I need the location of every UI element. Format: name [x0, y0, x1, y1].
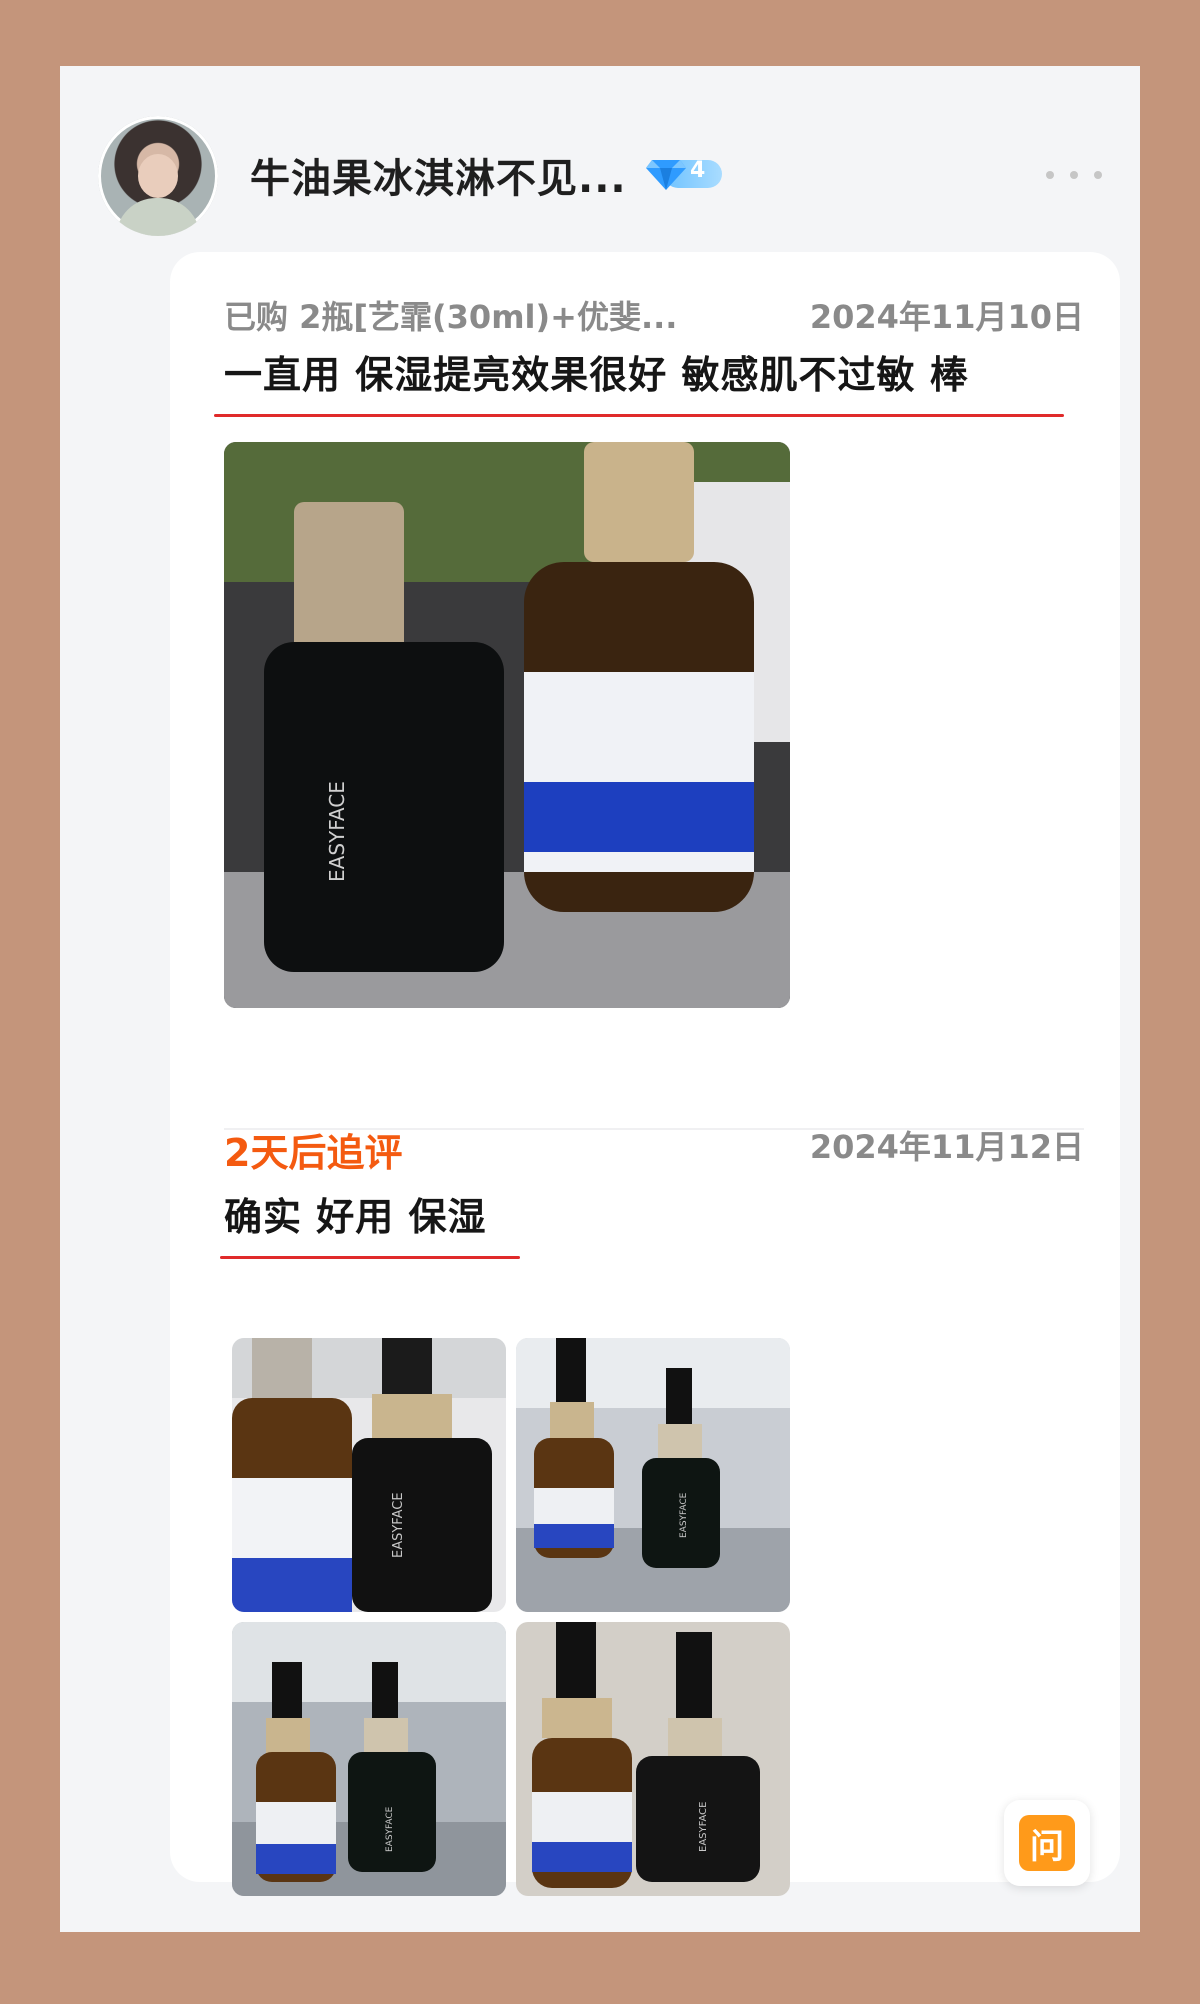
- more-dot-icon: [1046, 171, 1054, 179]
- review-meta: 已购 2瓶[艺霏(30ml)+优斐... 2024年11月10日: [224, 292, 1084, 342]
- ask-icon: 问: [1019, 1815, 1075, 1871]
- product-label: EASYFACE: [679, 1492, 689, 1538]
- more-dot-icon: [1094, 171, 1102, 179]
- review-text: 一直用 保湿提亮效果很好 敏感肌不过敏 棒: [224, 353, 969, 397]
- vip-badge: 4: [646, 156, 722, 192]
- more-options-button[interactable]: [1046, 160, 1102, 190]
- product-label: EASYFACE: [325, 781, 349, 882]
- product-label: EASYFACE: [698, 1802, 709, 1852]
- followup-photo[interactable]: EASYFACE: [232, 1338, 506, 1612]
- review-header: 牛油果冰淇淋不见... 4: [98, 116, 1102, 236]
- followup-label: 2天后追评: [224, 1131, 403, 1175]
- purchase-info[interactable]: 已购 2瓶[艺霏(30ml)+优斐...: [224, 292, 677, 338]
- review-panel: 牛油果冰淇淋不见... 4 已购 2瓶[艺霏(30ml)+优斐... 2024年…: [60, 66, 1140, 1932]
- followup-text: 确实 好用 保湿: [224, 1195, 487, 1239]
- vip-level: 4: [690, 158, 706, 183]
- more-dot-icon: [1070, 171, 1078, 179]
- diamond-icon: [646, 160, 686, 190]
- username[interactable]: 牛油果冰淇淋不见...: [250, 146, 627, 204]
- highlight-underline: [214, 414, 1064, 417]
- followup-photo[interactable]: EASYFACE: [516, 1622, 790, 1896]
- highlight-underline: [220, 1256, 520, 1259]
- product-label: EASYFACE: [385, 1806, 395, 1852]
- review-card: 已购 2瓶[艺霏(30ml)+优斐... 2024年11月10日 一直用 保湿提…: [170, 252, 1120, 1896]
- product-label: EASYFACE: [391, 1492, 406, 1558]
- review-date: 2024年11月10日: [809, 298, 1084, 336]
- followup-meta: 2天后追评 2024年11月12日: [224, 1122, 1084, 1175]
- avatar[interactable]: [98, 116, 218, 236]
- review-photo[interactable]: EASYFACE: [224, 442, 790, 1008]
- followup-photo[interactable]: EASYFACE: [516, 1338, 790, 1612]
- followup-photo[interactable]: EASYFACE: [232, 1622, 506, 1896]
- followup-date: 2024年11月12日: [809, 1128, 1084, 1166]
- ask-button[interactable]: 问: [1004, 1800, 1090, 1886]
